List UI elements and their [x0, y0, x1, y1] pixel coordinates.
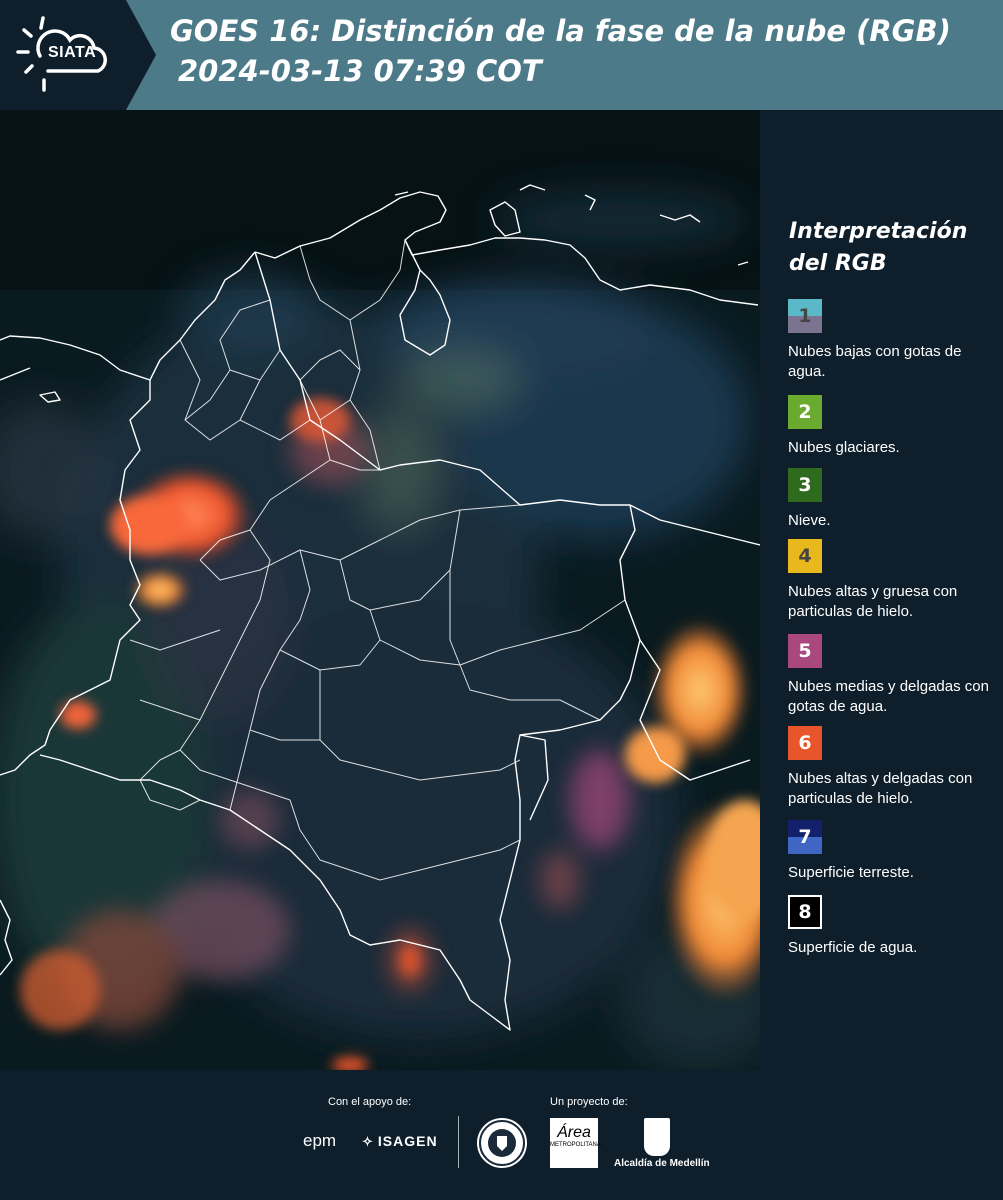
university-seal-logo [477, 1118, 527, 1168]
siata-logo-text: SIATA [48, 44, 97, 61]
legend-item: 5 Nubes medias y delgadas con gotas de a… [788, 634, 998, 717]
legend-label: Superficie terreste. [788, 864, 914, 881]
isagen-logo: ✧ ISAGEN [362, 1133, 438, 1150]
legend-number: 1 [798, 305, 812, 327]
siata-logo: SIATA [0, 0, 156, 110]
legend-swatch: 4 [788, 539, 822, 573]
legend-number: 4 [798, 545, 812, 567]
isagen-mark-icon: ✧ [362, 1134, 374, 1149]
amva-logo-subtitle: METROPOLITANA [550, 1142, 601, 1148]
legend-number: 6 [798, 732, 812, 754]
alcaldia-label: Alcaldía de Medellín [614, 1158, 710, 1169]
support-label: Con el apoyo de: [328, 1096, 412, 1108]
legend-item: 1 Nubes bajas con gotas de agua. [788, 299, 998, 382]
legend-swatch: 6 [788, 726, 822, 760]
legend-label: Nubes bajas con gotas de agua. [788, 343, 962, 380]
legend-item: 6 Nubes altas y delgadas con particulas … [788, 726, 998, 809]
isagen-logo-text: ISAGEN [377, 1133, 438, 1149]
page-timestamp: 2024-03-13 07:39 COT [178, 54, 542, 88]
project-label: Un proyecto de: [550, 1096, 628, 1108]
legend-swatch: 8 [788, 895, 822, 929]
footer-divider [458, 1116, 459, 1168]
legend-item: 7 Superficie terreste. [788, 820, 998, 883]
legend-title: Interpretación del RGB [789, 219, 968, 276]
legend-swatch: 1 [788, 299, 822, 333]
legend-label: Nubes glaciares. [788, 439, 900, 456]
footer-sponsors: Con el apoyo de: epm ✧ ISAGEN Un proyecto… [0, 1070, 1003, 1200]
legend-item: 4 Nubes altas y gruesa con particulas de… [788, 539, 998, 622]
legend-swatch: 2 [788, 395, 822, 429]
legend-swatch: 3 [788, 468, 822, 502]
legend-swatch: 5 [788, 634, 822, 668]
legend-number: 2 [798, 401, 812, 423]
legend-number: 3 [798, 474, 812, 496]
legend-label: Superficie de agua. [788, 939, 918, 956]
legend-number: 8 [798, 901, 812, 923]
page-title: GOES 16: Distinción de la fase de la nub… [170, 14, 951, 48]
satellite-map [0, 110, 760, 1070]
legend-label: Nubes altas y gruesa con particulas de h… [788, 583, 958, 620]
legend-number: 5 [798, 640, 812, 662]
epm-logo: epm [303, 1131, 337, 1150]
legend-item: 8 Superficie de agua. [788, 895, 998, 958]
legend-label: Nieve. [788, 512, 831, 529]
rgb-legend: Interpretación del RGB 1 Nubes bajas con… [760, 110, 1003, 1070]
legend-label: Nubes altas y delgadas con particulas de… [788, 770, 973, 807]
legend-number: 7 [798, 826, 812, 848]
legend-item: 3 Nieve. [788, 468, 998, 531]
area-metropolitana-logo: Área METROPOLITANA [550, 1118, 601, 1168]
legend-label: Nubes medias y delgadas con gotas de agu… [788, 678, 989, 715]
legend-item: 2 Nubes glaciares. [788, 395, 998, 458]
amva-logo-title: Área [557, 1124, 591, 1141]
legend-swatch: 7 [788, 820, 822, 854]
alcaldia-shield-icon [644, 1118, 670, 1156]
header-bar: SIATA GOES 16: Distinción de la fase de … [0, 0, 1003, 110]
